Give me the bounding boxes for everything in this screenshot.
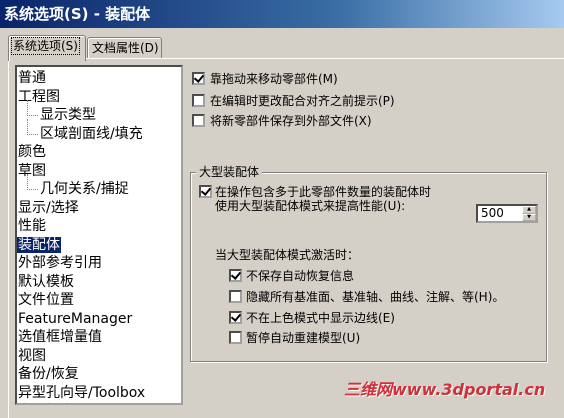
no-edges-label[interactable]: 不在上色模式中显示边线(E) <box>246 310 395 326</box>
tree-item[interactable]: 装配体 <box>17 236 181 255</box>
no-autorecover-label[interactable]: 不保存自动恢复信息 <box>246 268 354 284</box>
spin-up-icon[interactable]: ▲ <box>522 206 536 214</box>
tree-item-label: 默认模板 <box>18 273 74 290</box>
tree-item-label: 几何关系/捕捉 <box>40 181 129 197</box>
tree-item-label: 文件位置 <box>18 292 74 308</box>
tree-item[interactable]: 选值框增量值 <box>17 328 181 347</box>
tree-item[interactable]: 草图 <box>17 162 181 181</box>
tree-item-label: 异型孔向导/Toolbox <box>18 384 146 401</box>
tree-item-label: 备份/恢复 <box>18 366 79 382</box>
no-edges-checkbox[interactable] <box>229 311 242 324</box>
tree-item[interactable]: 普通 <box>17 69 181 88</box>
tree-item-label: 视图 <box>18 347 46 364</box>
threshold-spinner[interactable]: 500 ▲ ▼ <box>476 204 538 223</box>
tree-item-label: 选值框增量值 <box>18 329 102 345</box>
prompt-before-align-checkbox[interactable] <box>192 94 205 107</box>
tree-item[interactable]: 异型孔向导/Toolbox <box>17 384 181 403</box>
tree-item[interactable]: 文件探索器 <box>17 402 181 405</box>
spin-down-icon[interactable]: ▼ <box>522 213 536 221</box>
large-assembly-title: 大型装配体 <box>196 164 263 180</box>
tree-item[interactable]: 工程图 <box>17 88 181 107</box>
tree-item[interactable]: 显示/选择 <box>17 199 181 218</box>
tree-item[interactable]: 显示类型 <box>17 100 181 125</box>
suspend-rebuild-checkbox[interactable] <box>229 331 242 344</box>
tree-item[interactable]: 性能 <box>17 217 181 236</box>
tree-item-label: 显示/选择 <box>18 199 79 216</box>
drag-move-label[interactable]: 靠拖动来移动零部件(M) <box>210 71 338 87</box>
tree-item-label: 工程图 <box>18 88 60 105</box>
tree-item-label: 区域剖面线/填充 <box>40 125 143 142</box>
tree-item-label: 显示类型 <box>40 107 96 123</box>
tree-item[interactable]: 几何关系/捕捉 <box>17 174 181 199</box>
tree-item[interactable]: 备份/恢复 <box>17 365 181 384</box>
tree-item-label: 外部参考引用 <box>18 255 102 271</box>
hide-references-label[interactable]: 隐藏所有基准面、基准轴、曲线、注解、等(H)。 <box>246 289 504 305</box>
tab-system-options[interactable]: 系统选项(S) <box>8 35 86 61</box>
options-tree[interactable]: 普通工程图显示类型区域剖面线/填充颜色草图 几何关系/捕捉显示/选择性能装配体外部… <box>15 65 183 405</box>
use-large-mode-label-line2[interactable]: 使用大型装配体模式来提高性能(U): <box>215 198 405 214</box>
tree-item-label: 装配体 <box>17 236 61 253</box>
tree-item-label: 普通 <box>18 70 46 86</box>
tree-item[interactable]: 视图 <box>17 347 181 366</box>
tree-item-label: FeatureManager <box>18 310 133 327</box>
save-external-checkbox[interactable] <box>192 114 205 127</box>
tree-item-label: 文件探索器 <box>17 403 89 405</box>
when-active-label: 当大型装配体模式激活时： <box>215 248 360 262</box>
tree-item-label: 颜色 <box>18 144 46 160</box>
save-external-label[interactable]: 将新零部件保存到外部文件(X) <box>210 113 372 129</box>
threshold-value[interactable]: 500 <box>481 206 504 220</box>
tab-label: 系统选项(S) <box>11 37 80 55</box>
tree-item[interactable]: FeatureManager <box>17 310 181 329</box>
drag-move-checkbox[interactable] <box>192 72 205 85</box>
hide-references-checkbox[interactable] <box>229 290 242 303</box>
tree-item-label: 性能 <box>18 218 46 234</box>
watermark: 三维网www.3dportal.cn <box>344 380 546 399</box>
tab-label: 文档属性(D) <box>92 41 159 55</box>
tree-item[interactable]: 文件位置 <box>17 291 181 310</box>
use-large-mode-checkbox[interactable] <box>199 185 212 198</box>
tree-item[interactable]: 外部参考引用 <box>17 254 181 273</box>
tree-item[interactable]: 颜色 <box>17 143 181 162</box>
no-autorecover-checkbox[interactable] <box>229 269 242 282</box>
spinner-buttons: ▲ ▼ <box>522 206 536 221</box>
prompt-before-align-label[interactable]: 在编辑时更改配合对齐之前提示(P) <box>210 93 395 109</box>
window-title: 系统选项(S) - 装配体 <box>0 0 564 28</box>
tree-item[interactable]: 区域剖面线/填充 <box>17 118 181 144</box>
suspend-rebuild-label[interactable]: 暂停自动重建模型(U) <box>246 330 360 346</box>
tree-item[interactable]: 默认模板 <box>17 273 181 292</box>
tab-document-properties[interactable]: 文档属性(D) <box>87 37 162 59</box>
